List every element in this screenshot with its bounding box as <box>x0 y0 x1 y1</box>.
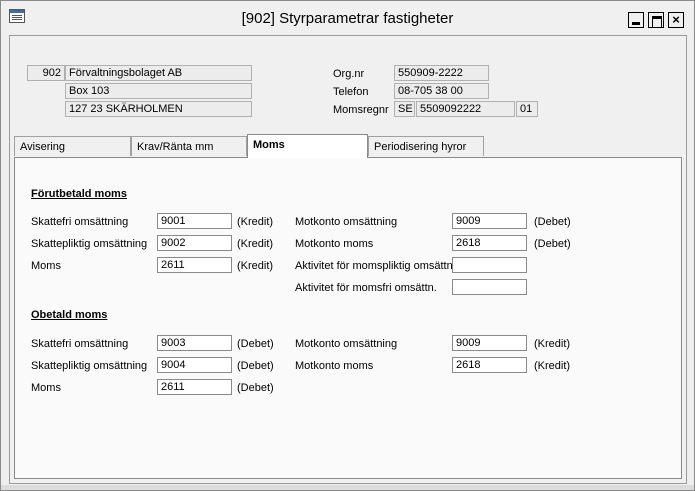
unpaid-skattefri-input[interactable]: 9003 <box>157 335 232 351</box>
prepaid-aktivitet-momsfri-input[interactable] <box>452 279 527 295</box>
momsregnr-number-field[interactable]: 5509092222 <box>416 101 515 117</box>
unpaid-skattefri-label: Skattefri omsättning <box>31 338 129 350</box>
maximize-button[interactable] <box>648 12 664 28</box>
unpaid-moms-input[interactable]: 2611 <box>157 379 232 395</box>
momsregnr-suffix-field[interactable]: 01 <box>516 101 538 117</box>
tab-moms[interactable]: Moms <box>247 134 368 158</box>
telefon-label: Telefon <box>333 86 369 98</box>
company-postal-field[interactable]: 127 23 SKÄRHOLMEN <box>65 101 252 117</box>
minimize-button[interactable] <box>628 12 644 28</box>
company-header: 902 Förvaltningsbolaget AB Box 103 127 2… <box>10 36 686 132</box>
unpaid-skattefri-unit: (Debet) <box>237 338 274 350</box>
moms-panel: Förutbetald moms Skattefri omsättning 90… <box>14 157 682 479</box>
unpaid-motkonto-moms-unit: (Kredit) <box>534 360 571 372</box>
unpaid-section-title: Obetald moms <box>31 309 108 321</box>
unpaid-motkonto-omsattning-input[interactable]: 9009 <box>452 335 527 351</box>
company-number-field[interactable]: 902 <box>27 65 65 81</box>
unpaid-skattepliktig-input[interactable]: 9004 <box>157 357 232 373</box>
unpaid-motkonto-omsattning-label: Motkonto omsättning <box>295 338 398 350</box>
window-title: [902] Styrparametrar fastigheter <box>241 10 454 27</box>
prepaid-aktivitet-momsfri-label: Aktivitet för momsfri omsättn. <box>295 282 437 294</box>
close-icon: × <box>672 12 680 27</box>
unpaid-motkonto-moms-label: Motkonto moms <box>295 360 374 372</box>
unpaid-moms-unit: (Debet) <box>237 382 274 394</box>
prepaid-skattepliktig-label: Skattepliktig omsättning <box>31 238 148 250</box>
unpaid-motkonto-moms-input[interactable]: 2618 <box>452 357 527 373</box>
prepaid-section-title: Förutbetald moms <box>31 188 127 200</box>
unpaid-skattepliktig-unit: (Debet) <box>237 360 274 372</box>
prepaid-motkonto-omsattning-label: Motkonto omsättning <box>295 216 398 228</box>
main-window: [902] Styrparametrar fastigheter × 902 F… <box>0 0 695 491</box>
prepaid-motkonto-omsattning-input[interactable]: 9009 <box>452 213 527 229</box>
company-name-field[interactable]: Förvaltningsbolaget AB <box>65 65 252 81</box>
prepaid-moms-input[interactable]: 2611 <box>157 257 232 273</box>
tab-avisering[interactable]: Avisering <box>14 136 131 156</box>
prepaid-moms-label: Moms <box>31 260 61 272</box>
window-bottom-border <box>1 485 694 490</box>
prepaid-motkonto-omsattning-unit: (Debet) <box>534 216 571 228</box>
company-address-field[interactable]: Box 103 <box>65 83 252 99</box>
prepaid-motkonto-moms-unit: (Debet) <box>534 238 571 250</box>
prepaid-aktivitet-momspliktig-input[interactable] <box>452 257 527 273</box>
title-bar[interactable]: [902] Styrparametrar fastigheter × <box>1 1 694 33</box>
unpaid-motkonto-omsattning-unit: (Kredit) <box>534 338 571 350</box>
unpaid-skattepliktig-label: Skattepliktig omsättning <box>31 360 148 372</box>
tab-periodisering-hyror[interactable]: Periodisering hyror <box>368 136 484 156</box>
orgnr-field[interactable]: 550909-2222 <box>394 65 489 81</box>
orgnr-label: Org.nr <box>333 68 365 80</box>
telefon-field[interactable]: 08-705 38 00 <box>394 83 489 99</box>
client-area: 902 Förvaltningsbolaget AB Box 103 127 2… <box>9 35 687 484</box>
prepaid-skattefri-unit: (Kredit) <box>237 216 274 228</box>
prepaid-aktivitet-momspliktig-label: Aktivitet för momspliktig omsättn. <box>295 260 456 272</box>
momsregnr-country-field[interactable]: SE <box>394 101 415 117</box>
momsregnr-label: Momsregnr <box>333 104 389 116</box>
close-button[interactable]: × <box>668 12 684 28</box>
tab-krav-ranta[interactable]: Krav/Ränta mm <box>131 136 247 156</box>
prepaid-moms-unit: (Kredit) <box>237 260 274 272</box>
prepaid-skattefri-input[interactable]: 9001 <box>157 213 232 229</box>
prepaid-skattepliktig-input[interactable]: 9002 <box>157 235 232 251</box>
prepaid-skattepliktig-unit: (Kredit) <box>237 238 274 250</box>
unpaid-moms-label: Moms <box>31 382 61 394</box>
prepaid-skattefri-label: Skattefri omsättning <box>31 216 129 228</box>
prepaid-motkonto-moms-label: Motkonto moms <box>295 238 374 250</box>
prepaid-motkonto-moms-input[interactable]: 2618 <box>452 235 527 251</box>
